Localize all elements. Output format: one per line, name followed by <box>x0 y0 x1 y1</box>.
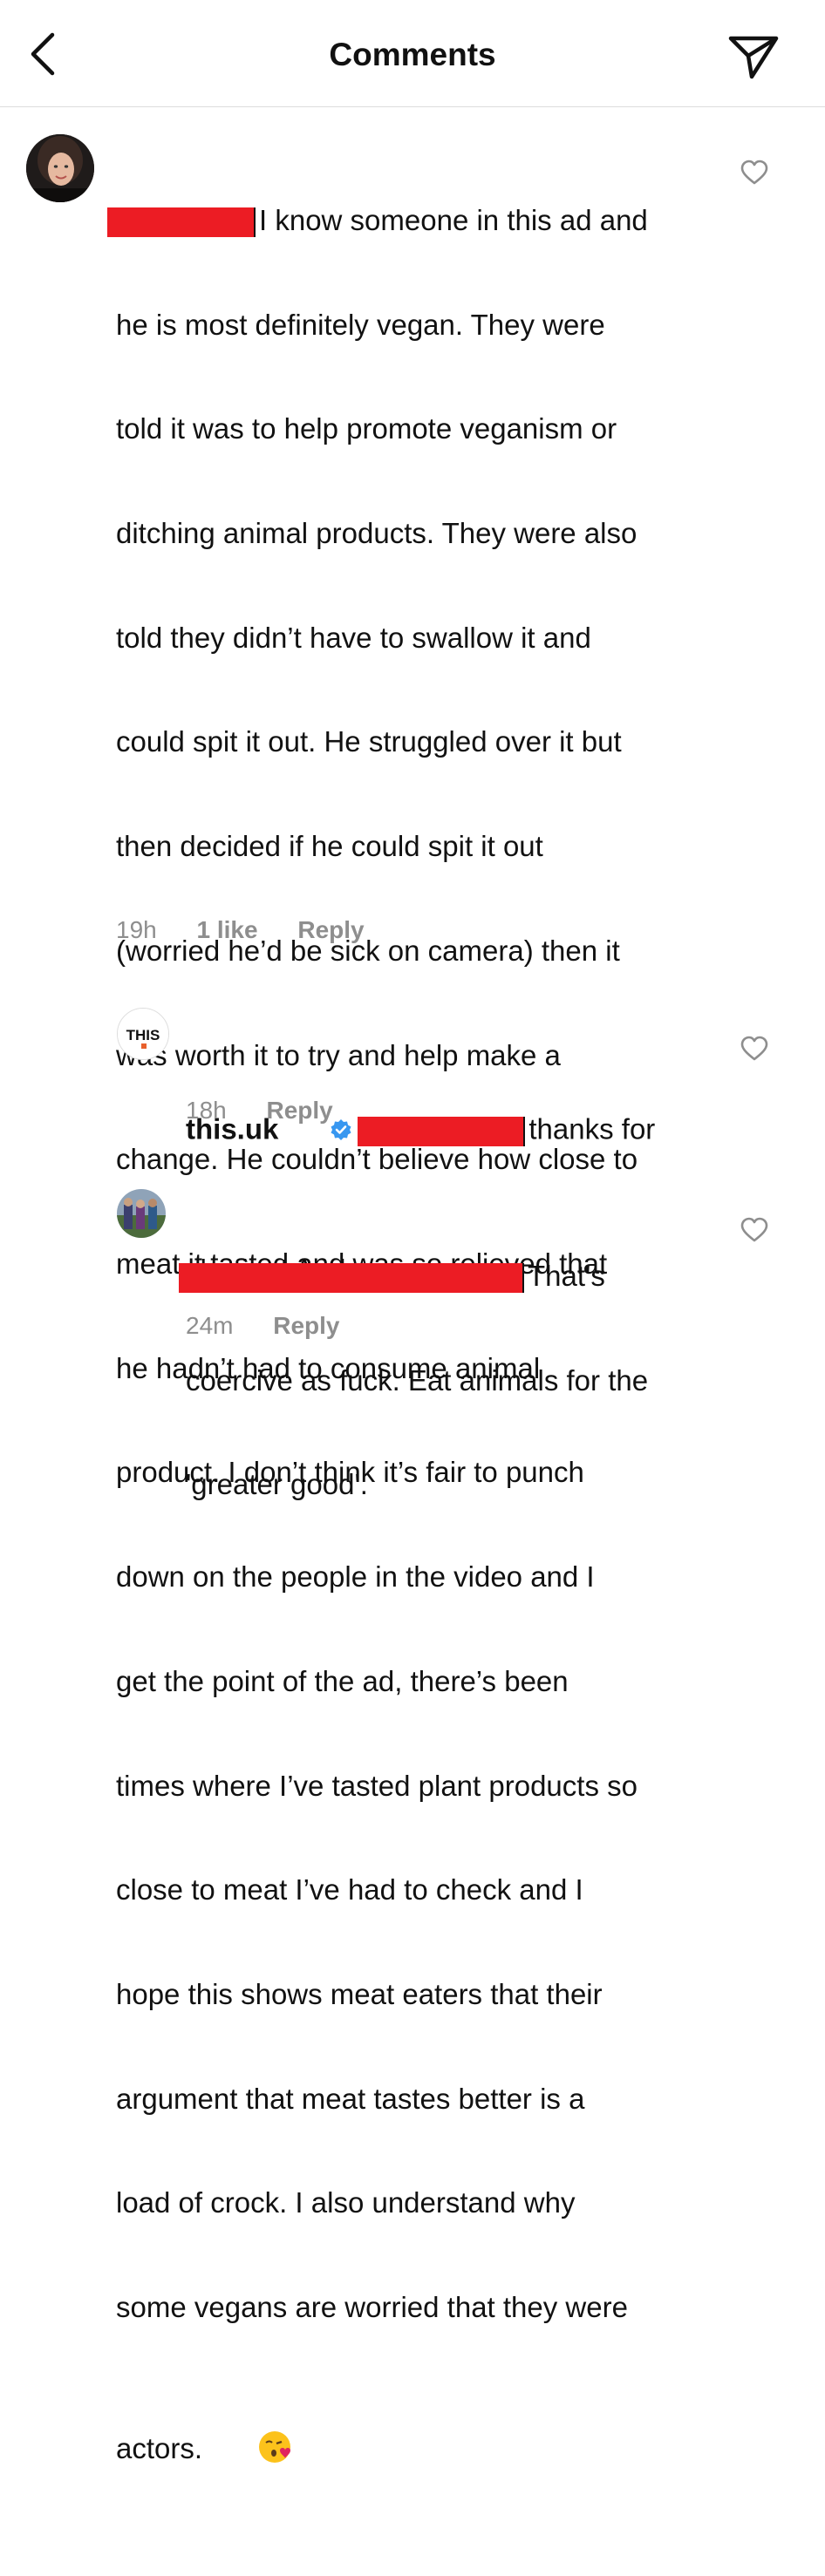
reply-button[interactable]: Reply <box>297 916 364 943</box>
comment-meta: 24m Reply <box>186 1312 373 1340</box>
comment-line: 'greater good'. <box>186 1468 368 1501</box>
avatar-group-photo <box>117 1189 166 1238</box>
comment-line: argument that meat tastes better is a <box>116 2082 585 2115</box>
comment-meta: 18h Reply <box>186 1097 366 1125</box>
comment-line: this.uk thanks for <box>186 1079 718 1184</box>
kissing-heart-emoji <box>209 2395 296 2507</box>
heart-icon <box>740 1036 768 1061</box>
header-bar: Comments <box>0 0 825 107</box>
comment-line: told it was to help promote veganism or <box>116 412 617 445</box>
page-title: Comments <box>329 37 496 72</box>
comment-line: ditching animal products. They were also <box>116 516 638 549</box>
redacted-username <box>358 1116 526 1146</box>
comment-text: That's coercive as fuck. Eat animals for… <box>179 1189 718 1572</box>
comment-line: actors. <box>116 2395 718 2507</box>
redacted-username <box>179 1263 524 1294</box>
avatar[interactable] <box>117 1189 166 1238</box>
comment-time: 18h <box>186 1097 227 1124</box>
comment-line: load of crock. I also understand why <box>116 2186 576 2219</box>
like-heart-button[interactable] <box>740 1036 769 1062</box>
verified-badge-icon <box>282 1079 352 1184</box>
avatar[interactable] <box>26 134 94 202</box>
comment-line: some vegans are worried that they were <box>116 2291 628 2324</box>
comment-line: That's <box>179 1259 718 1294</box>
like-heart-button[interactable] <box>740 160 769 186</box>
comment-line: could spit it out. He struggled over it … <box>116 725 622 758</box>
comment-line: told they didn’t have to swallow it and <box>116 621 591 654</box>
comment-line: then decided if he could spit it out <box>116 830 543 863</box>
likes-count[interactable]: 1 like <box>197 916 258 943</box>
heart-icon <box>740 160 768 185</box>
comment-time: 19h <box>116 916 157 943</box>
redacted-username <box>107 207 256 238</box>
comment-meta: 19h 1 like Reply <box>116 916 398 944</box>
avatar[interactable]: THIS <box>117 1008 169 1060</box>
comment-line: hope this shows meat eaters that their <box>116 1978 603 2011</box>
reply-button[interactable]: Reply <box>273 1312 339 1339</box>
comment-line: close to meat I’ve had to check and I <box>116 1873 583 1907</box>
like-heart-button[interactable] <box>740 1217 769 1243</box>
comment-line: times where I’ve tasted plant products s… <box>116 1769 638 1802</box>
avatar-woman-image <box>26 134 94 202</box>
comment-line: he is most definitely vegan. They were <box>116 308 605 341</box>
reply-button[interactable]: Reply <box>267 1097 333 1124</box>
paper-plane-icon <box>728 36 779 79</box>
comment-line: I know someone in this ad and <box>107 203 718 238</box>
svg-text:THIS: THIS <box>126 1027 160 1043</box>
heart-icon <box>740 1217 768 1242</box>
this-uk-logo: THIS <box>118 1009 168 1059</box>
comment-line: coercive as fuck. Eat animals for the <box>186 1363 649 1397</box>
share-button[interactable] <box>726 31 781 82</box>
comment-line: get the point of the ad, there’s been <box>116 1664 569 1697</box>
comment-time: 24m <box>186 1312 234 1339</box>
